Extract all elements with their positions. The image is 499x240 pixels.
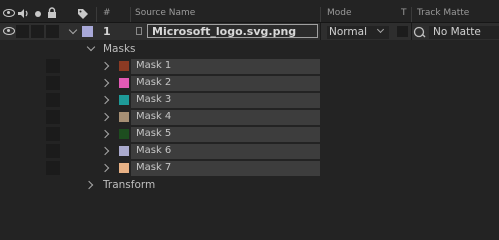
eye-icon[interactable]: [3, 27, 15, 35]
mask-row[interactable]: Mask 6: [0, 143, 499, 159]
mask-visibility-slot[interactable]: [46, 161, 60, 175]
audio-toggle[interactable]: [16, 25, 29, 38]
track-matte-value: No Matte: [433, 26, 481, 38]
masks-group-label: Masks: [103, 43, 136, 55]
mask-color-swatch[interactable]: [119, 112, 129, 122]
chevron-right-icon[interactable]: [100, 78, 110, 88]
mask-color-swatch[interactable]: [119, 129, 129, 139]
mask-name: Mask 7: [136, 162, 172, 173]
mask-row[interactable]: Mask 4: [0, 109, 499, 125]
chevron-right-icon[interactable]: [100, 146, 110, 156]
solo-dot-icon[interactable]: [35, 11, 41, 17]
source-name-column-header[interactable]: Source Name: [135, 8, 195, 18]
blend-mode-dropdown[interactable]: Normal: [327, 25, 389, 39]
transform-group-label: Transform: [103, 179, 156, 191]
layer-label-color[interactable]: [82, 26, 93, 37]
mask-visibility-slot[interactable]: [46, 144, 60, 158]
lock-toggle[interactable]: [46, 25, 59, 38]
blend-mode-value: Normal: [329, 26, 367, 38]
mask-row[interactable]: Mask 2: [0, 75, 499, 91]
column-header: # Source Name Mode T Track Matte: [0, 4, 499, 23]
label-tag-icon[interactable]: [77, 8, 89, 19]
track-matte-link-icon[interactable]: [413, 26, 426, 38]
mask-color-swatch[interactable]: [119, 95, 129, 105]
mask-row[interactable]: Mask 5: [0, 126, 499, 142]
mode-column-header[interactable]: Mode: [327, 8, 352, 18]
mask-visibility-slot[interactable]: [46, 127, 60, 141]
chevron-right-icon[interactable]: [100, 61, 110, 71]
mask-visibility-slot[interactable]: [46, 110, 60, 124]
solo-toggle[interactable]: [31, 25, 44, 38]
preserve-transparency-toggle[interactable]: [397, 26, 409, 39]
chevron-down-icon[interactable]: [68, 25, 78, 35]
chevron-down-icon[interactable]: [376, 25, 385, 34]
layer-name-field[interactable]: Microsoft_logo.svg.png: [147, 24, 318, 38]
mask-color-swatch[interactable]: [119, 61, 129, 71]
mask-name: Mask 1: [136, 60, 172, 71]
mask-row[interactable]: Mask 1: [0, 58, 499, 74]
chevron-right-icon[interactable]: [100, 112, 110, 122]
chevron-right-icon[interactable]: [100, 95, 110, 105]
track-matte-dropdown[interactable]: No Matte: [429, 26, 499, 39]
mask-visibility-slot[interactable]: [46, 59, 60, 73]
layer-name: Microsoft_logo.svg.png: [152, 25, 297, 38]
mask-name: Mask 4: [136, 111, 172, 122]
mask-name: Mask 5: [136, 128, 172, 139]
mask-visibility-slot[interactable]: [46, 76, 60, 90]
index-column-header: #: [103, 8, 111, 18]
track-matte-column-header[interactable]: Track Matte: [417, 8, 469, 18]
chevron-right-icon[interactable]: [84, 180, 94, 190]
mask-color-swatch[interactable]: [119, 146, 129, 156]
mask-row[interactable]: Mask 3: [0, 92, 499, 108]
mask-color-swatch[interactable]: [119, 163, 129, 173]
eye-icon[interactable]: [3, 9, 15, 17]
mask-row[interactable]: Mask 7: [0, 160, 499, 176]
transform-group-row[interactable]: Transform: [0, 177, 499, 193]
chevron-right-icon[interactable]: [100, 163, 110, 173]
mask-visibility-slot[interactable]: [46, 93, 60, 107]
mask-color-swatch[interactable]: [119, 78, 129, 88]
chevron-down-icon[interactable]: [86, 42, 96, 52]
speaker-icon[interactable]: [17, 8, 30, 19]
mask-name: Mask 3: [136, 94, 172, 105]
mask-name: Mask 2: [136, 77, 172, 88]
mask-name: Mask 6: [136, 145, 172, 156]
lock-icon[interactable]: [47, 7, 57, 19]
layer-number: 1: [103, 25, 111, 38]
chevron-right-icon[interactable]: [100, 129, 110, 139]
t-column-header: T: [401, 8, 407, 18]
masks-group-row[interactable]: Masks: [0, 41, 499, 57]
source-icon: [136, 27, 142, 35]
